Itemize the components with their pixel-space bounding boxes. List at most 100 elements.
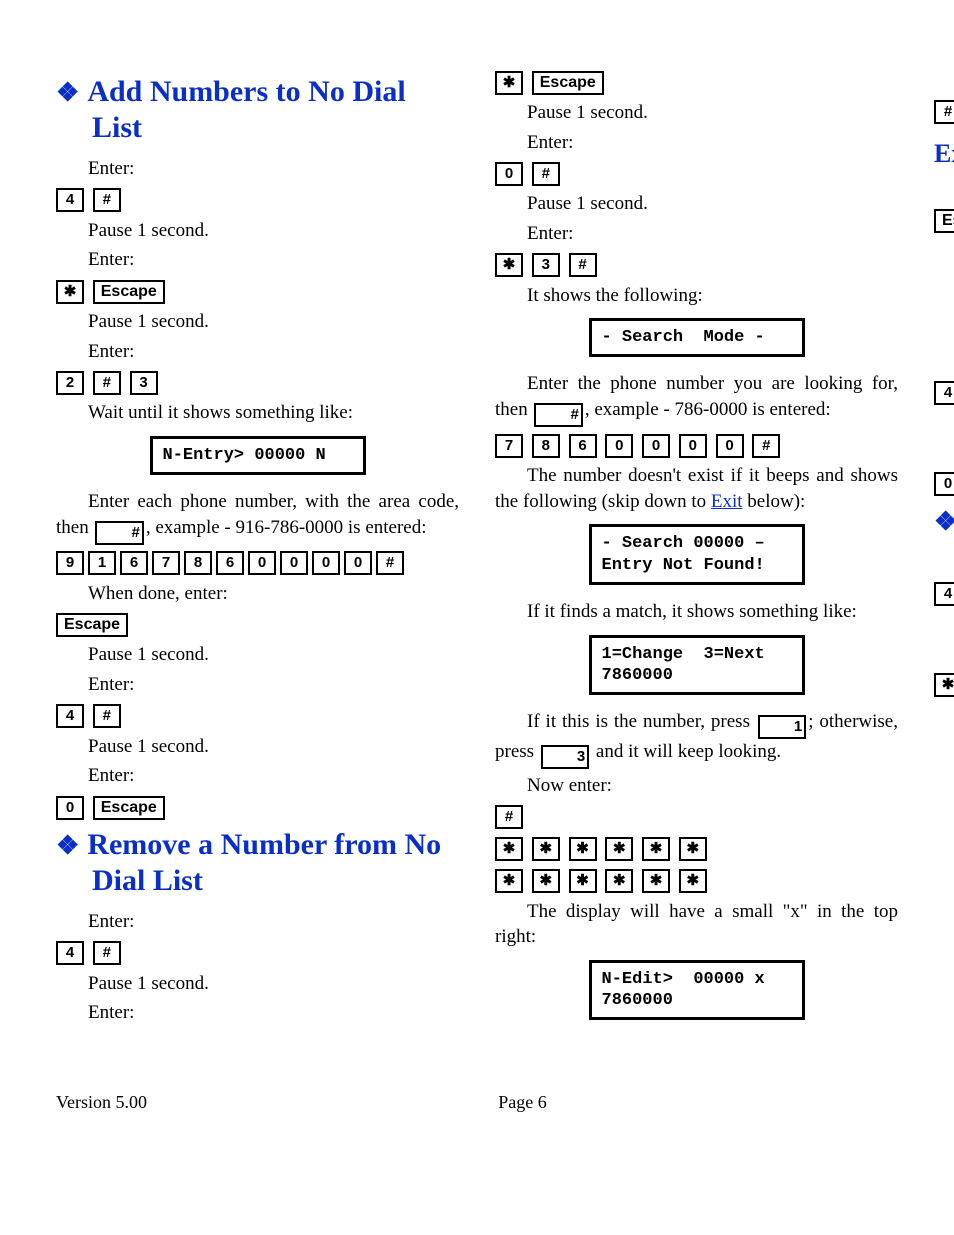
- key-6: 6: [216, 551, 244, 575]
- label-pause: Pause 1 second.: [88, 309, 459, 335]
- label-it-shows: It shows the following:: [527, 283, 898, 309]
- lcd-display: - Search 00000 – Entry Not Found!: [589, 524, 805, 585]
- key-8: 8: [184, 551, 212, 575]
- key-star: ✱: [495, 837, 523, 861]
- label-enter: Enter:: [88, 156, 459, 182]
- key-0: 0: [679, 434, 707, 458]
- key-star: ✱: [642, 869, 670, 893]
- label-pause: Pause 1 second.: [527, 191, 898, 217]
- heading-text: Add Numbers to No Dial List: [87, 75, 405, 144]
- heading-remove-number: ❖ Remove a Number from No Dial List: [56, 827, 459, 899]
- key-star: ✱: [934, 673, 954, 697]
- key-6: 6: [569, 434, 597, 458]
- key-sequence: 0 #: [495, 159, 898, 187]
- bullet-icon: ❖: [934, 507, 954, 536]
- key-sequence: ✱ Escape: [495, 68, 898, 96]
- key-star: ✱: [56, 280, 84, 304]
- key-3: 3: [541, 745, 589, 769]
- key-star: ✱: [495, 869, 523, 893]
- key-sequence: #: [495, 803, 898, 831]
- key-escape: Escape: [532, 71, 604, 95]
- key-escape: Escape: [56, 613, 128, 637]
- instruction-text: The number doesn't exist if it beeps and…: [495, 463, 898, 514]
- key-sequence: 4 #: [934, 378, 954, 406]
- key-sequence: ✱ Escape: [56, 277, 459, 305]
- key-2: 2: [56, 371, 84, 395]
- key-star: ✱: [495, 253, 523, 277]
- key-star: ✱: [495, 71, 523, 95]
- instruction-text: Enter the phone number you are looking f…: [495, 371, 898, 427]
- key-3: 3: [130, 371, 158, 395]
- key-7: 7: [152, 551, 180, 575]
- label-when-done: When done, enter:: [88, 581, 459, 607]
- key-sequence: # Escape: [934, 98, 954, 126]
- footer-page: Page 6: [56, 1090, 898, 1114]
- key-0: 0: [605, 434, 633, 458]
- lcd-display: N-Entry> 00000 N: [150, 436, 366, 475]
- heading-text: Remove a Number from No Dial List: [87, 828, 441, 897]
- key-sequence: ✱ 3 #: [495, 251, 898, 279]
- key-sequence: Escape: [934, 206, 954, 234]
- key-escape: Escape: [934, 209, 954, 233]
- label-enter: Enter:: [88, 339, 459, 365]
- key-sequence: Escape: [56, 610, 459, 638]
- key-0: 0: [56, 796, 84, 820]
- key-star: ✱: [532, 869, 560, 893]
- key-hash: #: [752, 434, 780, 458]
- key-4: 4: [934, 582, 954, 606]
- label-enter: Enter:: [527, 221, 898, 247]
- lcd-display: 1=Change 3=Next 7860000: [589, 635, 805, 696]
- label-enter: Enter:: [88, 1000, 459, 1026]
- lcd-display: N-Edit> 00000 x 7860000: [589, 960, 805, 1021]
- text-part: If it this is the number, press: [527, 711, 756, 732]
- heading-exit: Exit: [934, 136, 954, 171]
- key-hash: #: [93, 188, 121, 212]
- key-hash: #: [93, 941, 121, 965]
- key-hash: #: [934, 100, 954, 124]
- exit-link[interactable]: Exit: [711, 491, 743, 512]
- key-8: 8: [532, 434, 560, 458]
- key-sequence: 4 #: [56, 186, 459, 214]
- key-escape: Escape: [93, 796, 165, 820]
- text-part: , example - 916-786-0000 is entered:: [146, 517, 427, 538]
- bullet-icon: ❖: [56, 831, 79, 860]
- page-footer: Version 5.00 Page 6: [0, 1090, 954, 1138]
- key-0: 0: [934, 472, 954, 496]
- key-4: 4: [56, 704, 84, 728]
- key-0: 0: [312, 551, 340, 575]
- label-pause: Pause 1 second.: [88, 218, 459, 244]
- key-9: 9: [56, 551, 84, 575]
- key-hash: #: [93, 371, 121, 395]
- label-wait-like: Wait until it shows something like:: [88, 400, 459, 426]
- key-star: ✱: [605, 837, 633, 861]
- key-0: 0: [495, 162, 523, 186]
- label-pause: Pause 1 second.: [527, 100, 898, 126]
- key-sequence: 0 Escape: [934, 469, 954, 497]
- text-part: and it will keep looking.: [591, 741, 781, 762]
- key-4: 4: [56, 188, 84, 212]
- key-0: 0: [716, 434, 744, 458]
- page-body: ❖ Add Numbers to No Dial List Enter: 4 # …: [0, 0, 954, 1090]
- key-hash: #: [376, 551, 404, 575]
- label-pause: Pause 1 second.: [88, 971, 459, 997]
- key-3: 3: [532, 253, 560, 277]
- text-part: , example - 786-0000 is entered:: [585, 399, 831, 420]
- label-now-enter: Now enter:: [527, 773, 898, 799]
- key-hash: #: [495, 805, 523, 829]
- key-0: 0: [248, 551, 276, 575]
- key-sequence: ✱ ✱ ✱ ✱ ✱ ✱: [495, 835, 898, 863]
- key-0: 0: [280, 551, 308, 575]
- instruction-text: If it this is the number, press 1; other…: [495, 709, 898, 769]
- label-pause: Pause 1 second.: [88, 642, 459, 668]
- key-hash-icon: #: [95, 521, 143, 545]
- label-enter: Enter:: [88, 909, 459, 935]
- key-star: ✱: [569, 869, 597, 893]
- text-part: The number doesn't exist if it beeps and…: [495, 465, 898, 512]
- key-sequence: 4 #: [934, 579, 954, 607]
- instruction-text: Enter each phone number, with the area c…: [56, 489, 459, 545]
- lcd-display: - Search Mode -: [589, 318, 805, 357]
- label-enter: Enter:: [527, 130, 898, 156]
- key-6: 6: [120, 551, 148, 575]
- key-sequence: 0 Escape: [56, 793, 459, 821]
- label-enter: Enter:: [88, 672, 459, 698]
